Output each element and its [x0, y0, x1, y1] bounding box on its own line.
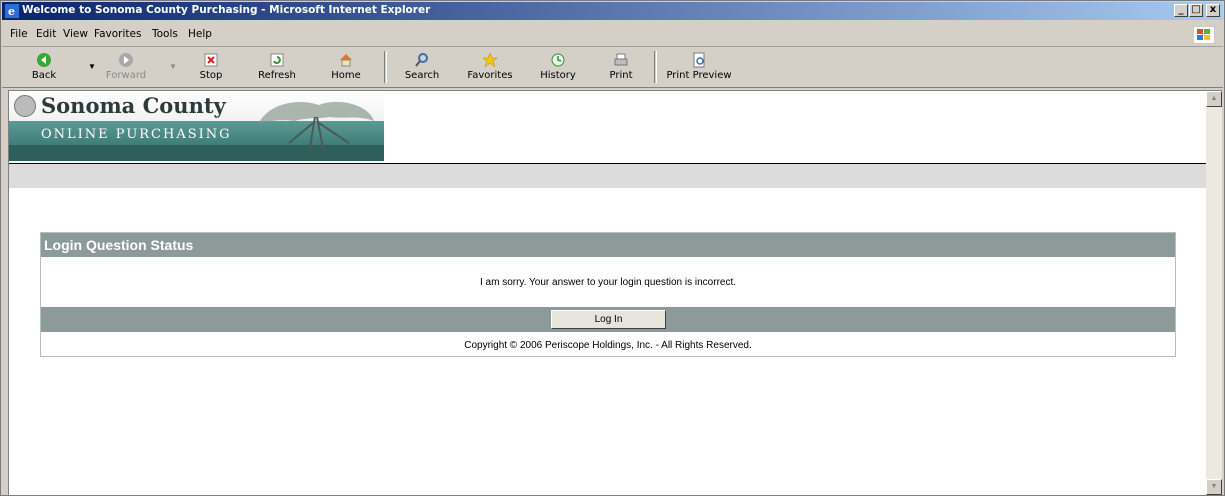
log-in-button[interactable]: Log In	[551, 310, 666, 329]
county-seal-icon	[14, 95, 36, 117]
search-icon	[415, 53, 428, 67]
print-preview-icon	[693, 52, 705, 68]
status-message: I am sorry. Your answer to your login qu…	[479, 277, 737, 288]
maximize-button[interactable]: □	[1189, 4, 1203, 17]
home-icon	[340, 54, 352, 67]
refresh-icon	[270, 53, 284, 67]
minimize-button[interactable]: _	[1174, 4, 1188, 17]
copyright-text: Copyright © 2006 Periscope Holdings, Inc…	[464, 340, 752, 351]
back-arrow-icon	[37, 53, 51, 67]
menu-bar: File Edit View Favorites Tools Help	[2, 22, 1223, 47]
print-button[interactable]: Print	[606, 52, 636, 81]
refresh-button[interactable]: Refresh	[252, 52, 302, 81]
print-preview-button[interactable]: Print Preview	[666, 52, 732, 81]
title-bar[interactable]: e Welcome to Sonoma County Purchasing - …	[2, 2, 1223, 20]
svg-text:e: e	[8, 5, 15, 18]
panel-button-bar: Log In	[41, 307, 1175, 332]
back-button[interactable]: Back	[26, 52, 62, 81]
favorites-button[interactable]: Favorites	[466, 52, 514, 81]
star-icon	[482, 52, 498, 68]
windows-flag-icon	[1193, 26, 1215, 44]
stop-button[interactable]: Stop	[194, 52, 228, 81]
printer-icon	[614, 53, 628, 66]
page-viewport: Sonoma County ONLINE PURCHASING Login Qu…	[8, 90, 1206, 496]
close-button[interactable]: x	[1206, 4, 1220, 17]
forward-dropdown-icon[interactable]: ▼	[169, 62, 177, 71]
toolbar: Back ▼ Forward ▼ Stop Refresh Home Searc…	[2, 47, 1223, 88]
scroll-down-button[interactable]: ▼	[1206, 479, 1222, 495]
forward-arrow-icon	[119, 53, 133, 67]
menu-tools[interactable]: Tools	[152, 28, 178, 40]
home-button[interactable]: Home	[328, 52, 364, 81]
nav-bar	[9, 164, 1206, 188]
site-banner: Sonoma County ONLINE PURCHASING	[9, 91, 384, 161]
history-button[interactable]: History	[536, 52, 580, 81]
banner-subtitle: ONLINE PURCHASING	[41, 127, 232, 142]
panel-header: Login Question Status	[41, 233, 1175, 257]
menu-view[interactable]: View	[63, 28, 88, 40]
back-dropdown-icon[interactable]: ▼	[88, 62, 96, 71]
toolbar-separator	[384, 51, 387, 83]
window-title: Welcome to Sonoma County Purchasing - Mi…	[22, 4, 431, 16]
toolbar-separator	[654, 51, 657, 83]
vertical-scrollbar[interactable]: ▲ ▼	[1206, 90, 1222, 496]
banner-title: Sonoma County	[41, 93, 226, 118]
search-button[interactable]: Search	[402, 52, 442, 81]
browser-window: e Welcome to Sonoma County Purchasing - …	[0, 0, 1225, 496]
scroll-up-button[interactable]: ▲	[1206, 91, 1222, 107]
menu-help[interactable]: Help	[188, 28, 212, 40]
forward-button[interactable]: Forward	[100, 52, 152, 81]
ie-logo-icon: e	[5, 4, 19, 18]
history-icon	[551, 53, 565, 67]
stop-icon	[204, 53, 218, 67]
menu-edit[interactable]: Edit	[36, 28, 56, 40]
menu-favorites[interactable]: Favorites	[94, 28, 141, 40]
menu-file[interactable]: File	[10, 28, 28, 40]
login-status-panel: Login Question Status I am sorry. Your a…	[40, 232, 1176, 357]
panel-heading: Login Question Status	[44, 237, 194, 253]
tree-icon	[259, 101, 374, 154]
